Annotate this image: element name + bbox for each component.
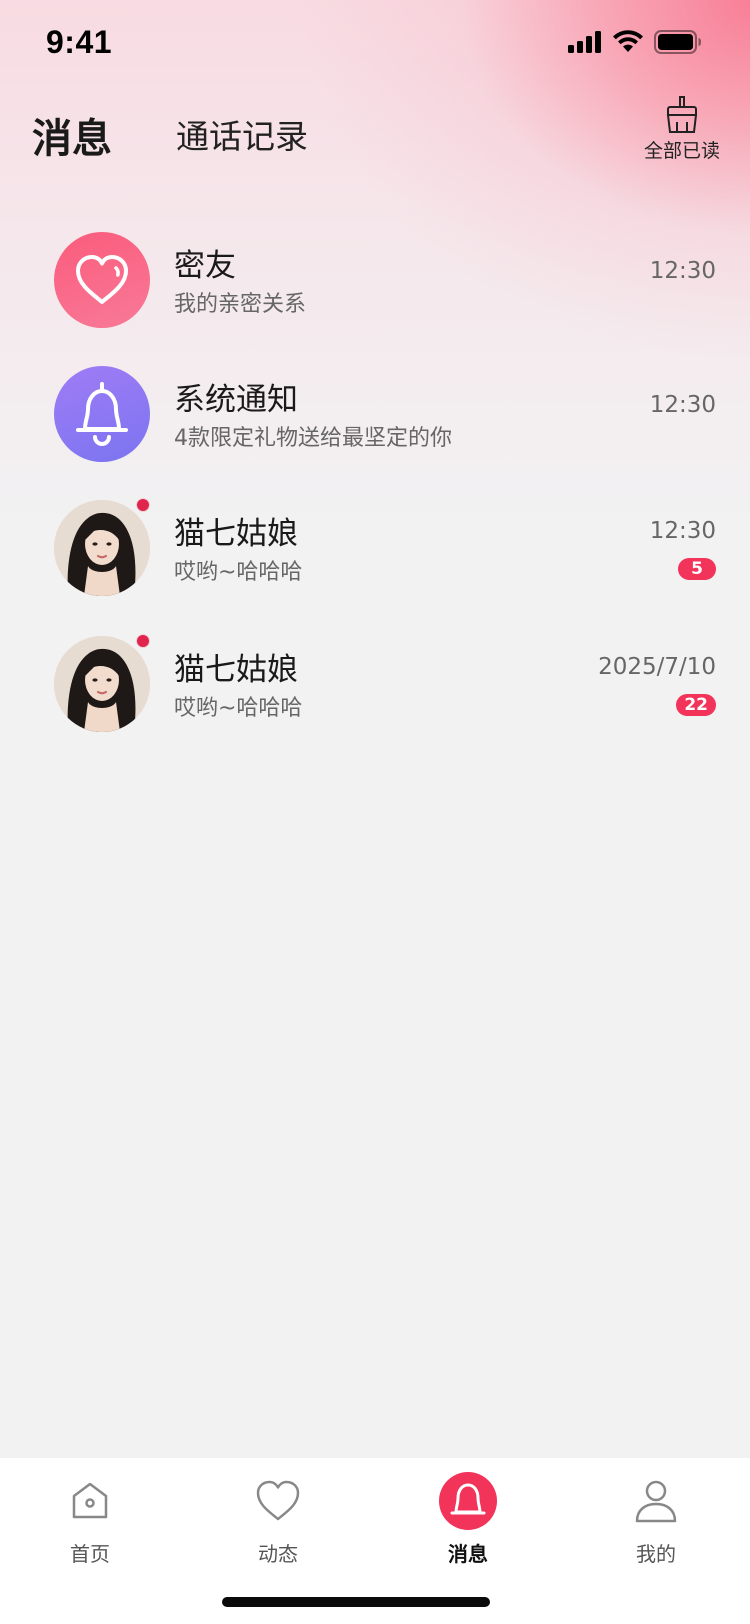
- tab-profile[interactable]: 我的: [596, 1472, 716, 1568]
- tab-messages[interactable]: 消息: [32, 106, 112, 164]
- tab-profile-label: 我的: [636, 1542, 676, 1566]
- bell-icon: [76, 382, 128, 446]
- contact-name: 猫七姑娘: [174, 652, 298, 688]
- status-icons: [568, 30, 702, 54]
- profile-icon: [627, 1472, 685, 1530]
- heart-outline-icon: [249, 1472, 307, 1530]
- header: 消息 通话记录 全部已读: [0, 96, 750, 176]
- unread-dot: [136, 498, 150, 512]
- avatar: [54, 232, 150, 328]
- user-photo: [54, 500, 150, 596]
- home-indicator: [222, 1597, 490, 1607]
- tab-call-log[interactable]: 通话记录: [176, 110, 308, 158]
- list-item[interactable]: 猫七姑娘 哎哟~哈哈哈 12:30 5: [0, 494, 750, 604]
- tab-messages-nav-label: 消息: [448, 1542, 488, 1566]
- avatar: [54, 366, 150, 462]
- message-time: 2025/7/10: [598, 654, 716, 680]
- message-preview: 哎哟~哈哈哈: [174, 696, 303, 721]
- unread-count-badge: 22: [676, 694, 716, 716]
- tab-moments[interactable]: 动态: [218, 1472, 338, 1568]
- tab-home-label: 首页: [70, 1542, 110, 1566]
- avatar: [54, 636, 150, 732]
- contact-name: 猫七姑娘: [174, 516, 298, 552]
- list-item[interactable]: 系统通知 4款限定礼物送给最坚定的你 12:30: [0, 360, 750, 470]
- mark-all-read-label: 全部已读: [643, 140, 720, 162]
- tab-home[interactable]: 首页: [30, 1472, 150, 1568]
- status-bar: 9:41: [0, 0, 750, 88]
- avatar: [54, 500, 150, 596]
- contact-name: 密友: [174, 248, 236, 284]
- battery-icon: [654, 30, 701, 54]
- home-icon: [61, 1472, 119, 1530]
- tab-moments-label: 动态: [258, 1542, 298, 1566]
- unread-dot: [136, 634, 150, 648]
- user-photo: [54, 636, 150, 732]
- message-time: 12:30: [649, 392, 716, 418]
- message-preview: 我的亲密关系: [174, 292, 307, 317]
- bell-icon: [439, 1472, 497, 1530]
- wifi-icon: [613, 30, 643, 52]
- message-preview: 哎哟~哈哈哈: [174, 560, 303, 585]
- heart-icon: [76, 255, 128, 304]
- unread-count-badge: 5: [678, 558, 716, 580]
- status-time: 9:41: [46, 24, 113, 60]
- message-preview: 4款限定礼物送给最坚定的你: [174, 426, 452, 451]
- broom-icon: [666, 96, 698, 133]
- tab-messages-nav[interactable]: 消息: [408, 1472, 528, 1568]
- message-time: 12:30: [649, 518, 716, 544]
- list-item[interactable]: 密友 我的亲密关系 12:30: [0, 226, 750, 336]
- contact-name: 系统通知: [174, 382, 298, 418]
- signal-icon: [568, 31, 601, 53]
- list-item[interactable]: 猫七姑娘 哎哟~哈哈哈 2025/7/10 22: [0, 630, 750, 740]
- mark-all-read-button[interactable]: 全部已读: [640, 96, 724, 163]
- message-time: 12:30: [649, 258, 716, 284]
